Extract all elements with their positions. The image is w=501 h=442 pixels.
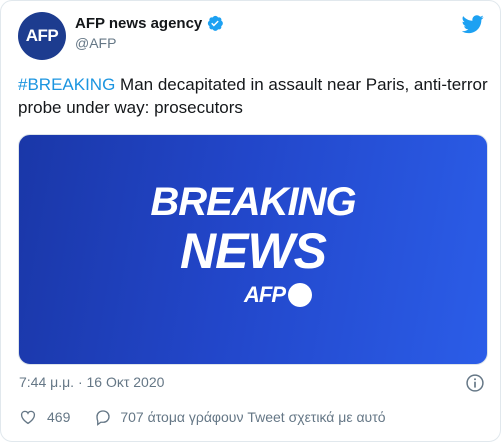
info-icon[interactable] xyxy=(465,373,485,393)
tweet-timestamp[interactable]: 7:44 μ.μ. · 16 Οκτ 2020 xyxy=(19,374,164,390)
afp-logo: AFP xyxy=(244,282,312,308)
hashtag-link[interactable]: #BREAKING xyxy=(18,75,115,94)
twitter-bird-icon[interactable] xyxy=(462,13,484,35)
heart-icon[interactable] xyxy=(19,408,37,426)
like-count[interactable]: 469 xyxy=(47,409,70,425)
verified-badge-icon xyxy=(208,15,224,31)
afp-logo-circle xyxy=(288,283,312,307)
tweet-text: #BREAKING Man decapitated in assault nea… xyxy=(18,73,488,119)
media-line-news: NEWS xyxy=(180,223,327,279)
handle[interactable]: @AFP xyxy=(75,35,116,51)
afp-logo-text: AFP xyxy=(244,282,286,307)
media-line-breaking: BREAKING xyxy=(150,180,356,224)
reply-bubble-icon[interactable] xyxy=(94,408,112,426)
tweet-actions: 469 707 άτομα γράφουν Tweet σχετικά με α… xyxy=(19,408,386,426)
tweet-card[interactable]: AFP AFP news agency @AFP #BREAKING Man d… xyxy=(0,0,501,442)
tweet-media-image[interactable]: BREAKING NEWS AFP xyxy=(18,134,488,365)
display-name[interactable]: AFP news agency xyxy=(75,15,202,32)
author-name-row[interactable]: AFP news agency xyxy=(75,14,224,32)
avatar-label: AFP xyxy=(25,26,59,45)
talking-count[interactable]: 707 άτομα γράφουν Tweet σχετικά με αυτό xyxy=(120,409,385,425)
avatar[interactable]: AFP xyxy=(18,12,66,60)
